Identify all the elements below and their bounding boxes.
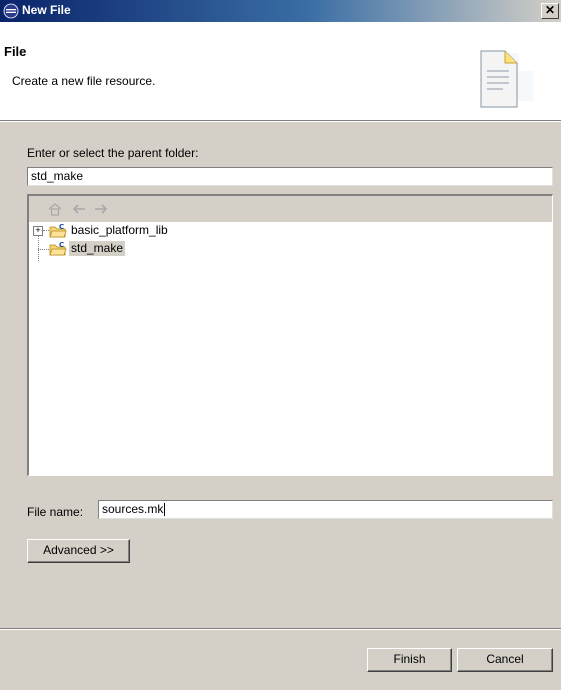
page-title: File [4, 44, 27, 59]
c-project-folder-icon: C [49, 223, 67, 238]
cancel-button[interactable]: Cancel [457, 648, 553, 672]
wizard-header: File Create a new file resource. [0, 22, 561, 120]
c-project-folder-icon: C [49, 241, 67, 256]
file-name-value: sources.mk [102, 502, 164, 516]
back-arrow-icon[interactable] [71, 202, 87, 216]
expand-plus-icon[interactable]: + [33, 226, 43, 236]
eclipse-app-icon [3, 3, 19, 19]
page-description: Create a new file resource. [12, 74, 156, 88]
folder-tree-panel: + C basic_platform_lib C std_make [27, 194, 553, 476]
forward-arrow-icon[interactable] [93, 202, 109, 216]
close-button[interactable]: ✕ [541, 3, 559, 19]
tree-toolbar [29, 196, 552, 222]
file-name-input[interactable]: sources.mk [98, 500, 553, 519]
finish-button[interactable]: Finish [367, 648, 452, 672]
tree-item-std-make[interactable]: C std_make [29, 240, 229, 258]
tree-list[interactable]: + C basic_platform_lib C std_make [29, 222, 552, 475]
new-file-banner-icon [480, 50, 533, 108]
home-icon[interactable] [47, 202, 63, 216]
button-bar-divider-highlight [0, 629, 561, 630]
title-bar[interactable]: New File ✕ [0, 0, 561, 22]
new-file-dialog: New File ✕ File Create a new file resour… [0, 0, 561, 690]
advanced-button[interactable]: Advanced >> [27, 539, 130, 563]
parent-folder-input[interactable]: std_make [27, 167, 553, 186]
window-title: New File [22, 3, 71, 17]
svg-text:C: C [59, 223, 64, 231]
text-cursor [164, 503, 166, 517]
close-icon: ✕ [544, 3, 556, 17]
tree-item-basic-platform-lib[interactable]: + C basic_platform_lib [29, 222, 229, 240]
header-divider-highlight [0, 121, 561, 122]
parent-folder-label: Enter or select the parent folder: [27, 146, 199, 160]
tree-item-label: std_make [69, 241, 126, 256]
svg-text:C: C [59, 241, 64, 249]
tree-item-label: basic_platform_lib [71, 223, 168, 237]
file-name-label: File name: [27, 505, 84, 519]
